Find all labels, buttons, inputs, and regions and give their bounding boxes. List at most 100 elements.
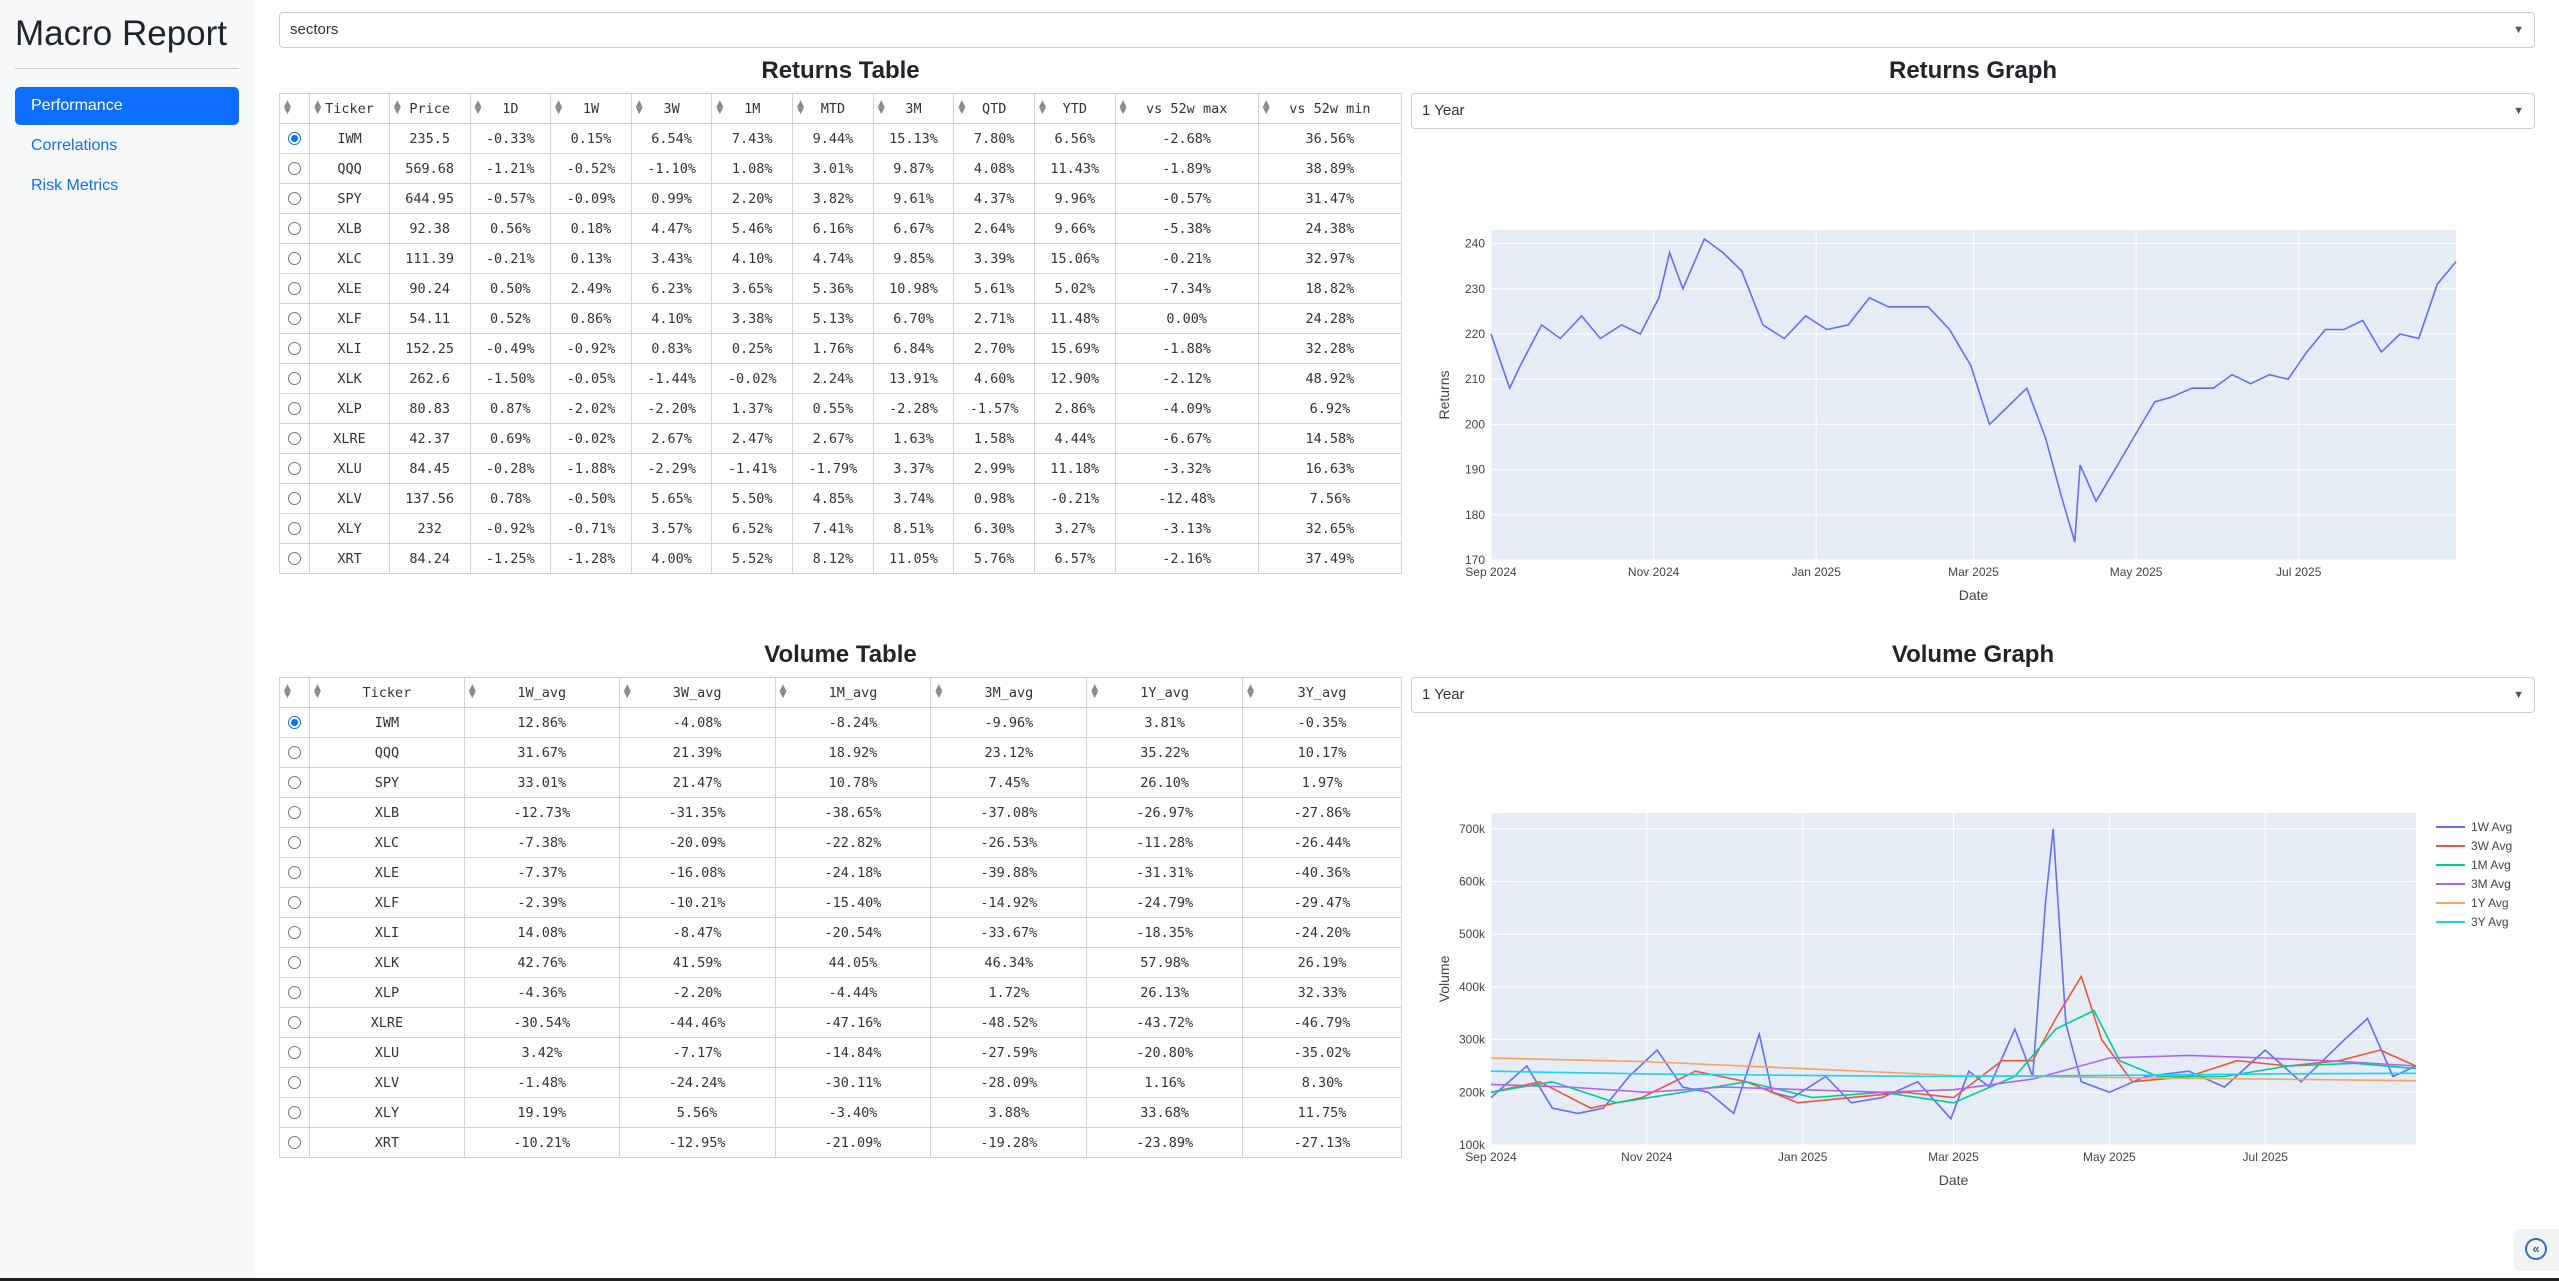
sort-icon[interactable]: ▲ ▼ (636, 100, 643, 116)
select-column-header[interactable]: ▲ ▼ (279, 677, 310, 708)
row-select-cell[interactable] (278, 363, 311, 394)
column-header[interactable]: ▲ ▼ 3W (630, 93, 713, 124)
row-select-cell[interactable] (279, 1097, 310, 1128)
row-radio-button[interactable] (288, 552, 302, 565)
column-header[interactable]: ▲ ▼ 1Y_avg (1086, 677, 1244, 708)
sort-icon[interactable]: ▲ ▼ (469, 684, 476, 700)
row-radio-button[interactable] (288, 462, 302, 475)
column-header[interactable]: ▲ ▼ MTD (792, 93, 874, 124)
column-header[interactable]: ▲ ▼ 3M_avg (930, 677, 1088, 708)
table-row[interactable]: XLY 19.19% 5.56% -3.40% 3.88% 33.68% 11.75% (279, 1097, 1402, 1128)
table-row[interactable]: XLU 84.45 -0.28% -1.88% -2.29% -1.41% -1.79% 3.… (278, 453, 1403, 484)
row-radio-button[interactable] (288, 342, 302, 355)
table-row[interactable]: IWM 235.5 -0.33% 0.15% 6.54% 7.43% 9.44% 15.13%… (278, 123, 1403, 154)
column-header[interactable]: ▲ ▼ 3Y_avg (1242, 677, 1402, 708)
row-select-cell[interactable] (278, 333, 311, 364)
table-row[interactable]: SPY 33.01% 21.47% 10.78% 7.45% 26.10% 1.97% (279, 767, 1402, 798)
row-radio-button[interactable] (288, 162, 302, 175)
column-header[interactable]: ▲ ▼ 1W_avg (463, 677, 620, 708)
table-row[interactable]: XLE 90.24 0.50% 2.49% 6.23% 3.65% 5.36% 10.98% 5… (278, 273, 1403, 304)
row-radio-button[interactable] (287, 1106, 301, 1119)
row-radio-button[interactable] (288, 312, 302, 325)
row-select-cell[interactable] (278, 123, 311, 154)
table-row[interactable]: XLI 152.25 -0.49% -0.92% 0.83% 0.25% 1.76% 6.84… (278, 333, 1403, 364)
table-row[interactable]: XLV 137.56 0.78% -0.50% 5.65% 5.50% 4.85% 3.74%… (278, 483, 1403, 514)
row-radio-button[interactable] (288, 432, 302, 445)
row-radio-button[interactable] (287, 1016, 301, 1029)
table-row[interactable]: XLK 42.76% 41.59% 44.05% 46.34% 57.98% 26.19% (279, 947, 1402, 978)
row-select-cell[interactable] (278, 393, 311, 424)
row-radio-button[interactable] (287, 896, 301, 909)
column-header[interactable]: ▲ ▼ 1W (550, 93, 632, 124)
column-header[interactable]: ▲ ▼ 1M (711, 93, 794, 124)
nav-item-performance[interactable]: Performance (15, 87, 239, 125)
row-radio-button[interactable] (287, 1046, 301, 1059)
row-select-cell[interactable] (279, 887, 310, 918)
sort-icon[interactable]: ▲ ▼ (935, 684, 942, 700)
row-radio-button[interactable] (287, 836, 301, 849)
volume-period-select[interactable]: 1 Year ▼ (1411, 677, 2535, 713)
column-header[interactable]: ▲ ▼ QTD (953, 93, 1035, 124)
table-row[interactable]: XLRE 42.37 0.69% -0.02% 2.67% 2.47% 2.67% 1.63%… (278, 423, 1403, 454)
row-select-cell[interactable] (278, 243, 311, 274)
row-select-cell[interactable] (279, 1127, 310, 1158)
nav-item-risk-metrics[interactable]: Risk Metrics (15, 167, 239, 205)
column-header[interactable]: ▲ ▼ Ticker (308, 677, 465, 708)
table-row[interactable]: XLP 80.83 0.87% -2.02% -2.20% 1.37% 0.55% -2.28… (278, 393, 1403, 424)
table-row[interactable]: XLV -1.48% -24.24% -30.11% -28.09% 1.16% 8.30% (279, 1067, 1402, 1098)
table-row[interactable]: XLK 262.6 -1.50% -0.05% -1.44% -0.02% 2.24% 13.… (278, 363, 1403, 394)
column-header[interactable]: ▲ ▼ 1M_avg (774, 677, 932, 708)
row-select-cell[interactable] (279, 947, 310, 978)
column-header[interactable]: ▲ ▼ 3M (872, 93, 955, 124)
sort-icon[interactable]: ▲ ▼ (958, 100, 965, 116)
sort-icon[interactable]: ▲ ▼ (1247, 684, 1254, 700)
table-row[interactable]: XLB 92.38 0.56% 0.18% 4.47% 5.46% 6.16% 6.67% 2.… (278, 213, 1403, 244)
row-select-cell[interactable] (278, 543, 311, 574)
row-radio-button[interactable] (288, 192, 302, 205)
sort-icon[interactable]: ▲ ▼ (878, 100, 885, 116)
row-select-cell[interactable] (279, 1007, 310, 1038)
row-select-cell[interactable] (279, 977, 310, 1008)
table-row[interactable]: XLU 3.42% -7.17% -14.84% -27.59% -20.80% -35.0… (279, 1037, 1402, 1068)
sort-icon[interactable]: ▲ ▼ (624, 684, 631, 700)
table-row[interactable]: QQQ 569.68 -1.21% -0.52% -1.10% 1.08% 3.01% 9.8… (278, 153, 1403, 184)
sort-icon[interactable]: ▲ ▼ (780, 684, 787, 700)
row-select-cell[interactable] (278, 273, 311, 304)
row-radio-button[interactable] (287, 746, 301, 759)
column-header[interactable]: ▲ ▼ vs 52w max (1114, 93, 1259, 124)
sort-icon[interactable]: ▲ ▼ (1039, 100, 1046, 116)
column-header[interactable]: ▲ ▼ Price (388, 93, 471, 124)
row-select-cell[interactable] (279, 707, 310, 738)
row-select-cell[interactable] (278, 513, 311, 544)
nav-item-correlations[interactable]: Correlations (15, 127, 239, 165)
row-radio-button[interactable] (288, 492, 302, 505)
table-row[interactable]: XLP -4.36% -2.20% -4.44% 1.72% 26.13% 32.33% (279, 977, 1402, 1008)
table-row[interactable]: XLF 54.11 0.52% 0.86% 4.10% 3.38% 5.13% 6.70% 2.… (278, 303, 1403, 334)
sort-icon[interactable]: ▲ ▼ (475, 100, 482, 116)
row-radio-button[interactable] (288, 222, 302, 235)
table-row[interactable]: XLI 14.08% -8.47% -20.54% -33.67% -18.35% -24.… (279, 917, 1402, 948)
table-row[interactable]: XLE -7.37% -16.08% -24.18% -39.88% -31.31% -40… (279, 857, 1402, 888)
table-row[interactable]: XRT -10.21% -12.95% -21.09% -19.28% -23.89% -2… (279, 1127, 1402, 1158)
row-radio-button[interactable] (287, 956, 301, 969)
row-select-cell[interactable] (278, 453, 311, 484)
row-radio-button[interactable] (288, 402, 302, 415)
row-radio-button[interactable] (287, 866, 301, 879)
row-select-cell[interactable] (278, 213, 311, 244)
row-select-cell[interactable] (279, 797, 310, 828)
table-row[interactable]: XLC -7.38% -20.09% -22.82% -26.53% -11.28% -26… (279, 827, 1402, 858)
row-radio-button[interactable] (287, 776, 301, 789)
column-header[interactable]: ▲ ▼ vs 52w min (1257, 93, 1403, 124)
row-radio-button[interactable] (288, 132, 302, 145)
sort-icon[interactable]: ▲ ▼ (797, 100, 804, 116)
sort-icon[interactable]: ▲ ▼ (1091, 684, 1098, 700)
row-radio-button[interactable] (288, 252, 302, 265)
row-radio-button[interactable] (288, 282, 302, 295)
row-radio-button[interactable] (287, 716, 301, 729)
sort-icon[interactable]: ▲ ▼ (314, 684, 321, 700)
row-select-cell[interactable] (279, 1037, 310, 1068)
sort-icon[interactable]: ▲ ▼ (1120, 100, 1127, 116)
row-select-cell[interactable] (279, 737, 310, 768)
table-row[interactable]: SPY 644.95 -0.57% -0.09% 0.99% 2.20% 3.82% 9.61… (278, 183, 1403, 214)
volume-chart[interactable]: Sep 2024 Nov 2024 Jan 2025 Mar 2025 May 2025… (1411, 800, 2535, 1200)
